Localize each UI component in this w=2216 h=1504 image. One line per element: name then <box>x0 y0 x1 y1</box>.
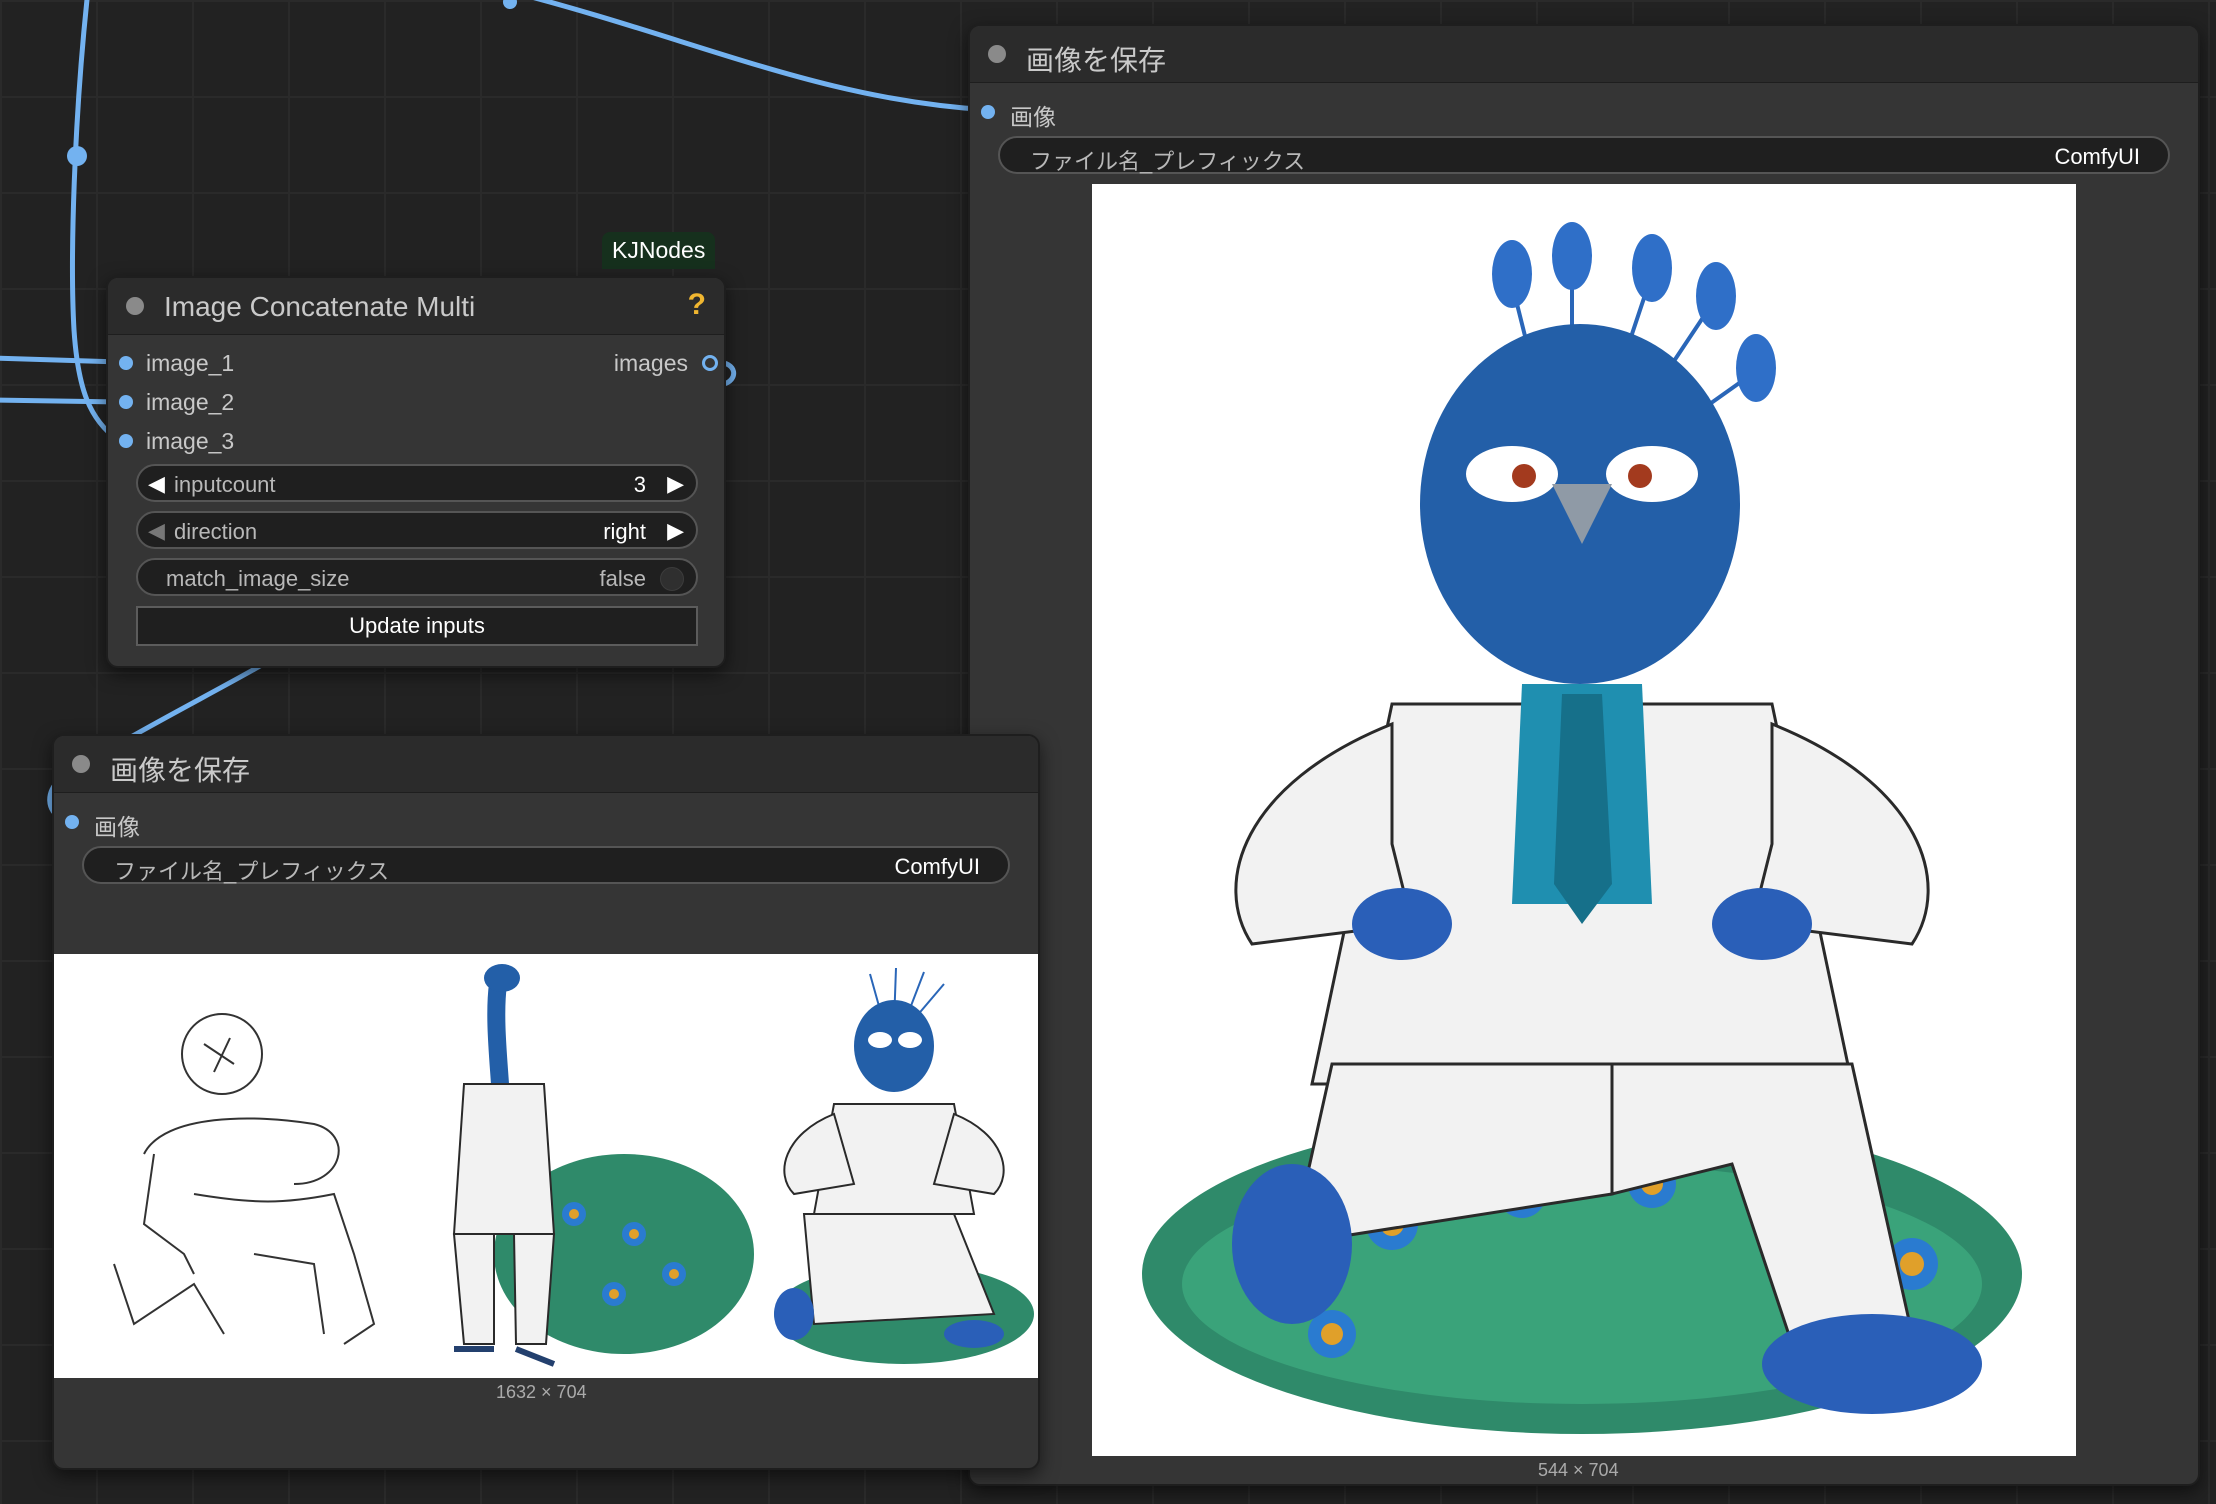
node-badge-kjnodes: KJNodes <box>602 232 716 269</box>
input-label-image-3: image_3 <box>146 428 235 454</box>
help-icon[interactable]: ? <box>688 288 706 322</box>
peacock-suit-icon <box>1142 222 2022 1434</box>
filename-prefix-value: ComfyUI <box>2054 144 2140 169</box>
input-port-image-3[interactable] <box>119 434 133 448</box>
filename-prefix-field[interactable]: ファイル名_プレフィックス ComfyUI <box>998 136 2170 174</box>
match-image-size-toggle[interactable]: match_image_size false <box>136 558 698 596</box>
node-title: 画像を保存 <box>110 755 251 786</box>
filename-prefix-label: ファイル名_プレフィックス <box>1030 149 1306 174</box>
filename-prefix-field[interactable]: ファイル名_プレフィックス ComfyUI <box>82 846 1010 884</box>
input-port-image-1[interactable] <box>119 356 133 370</box>
wire-input-1 <box>0 355 123 365</box>
node-header[interactable]: Image Concatenate Multi ? <box>108 278 724 335</box>
increment-arrow-icon[interactable]: ▶ <box>667 471 684 497</box>
node-header[interactable]: 画像を保存 <box>970 26 2198 83</box>
previous-arrow-icon[interactable]: ◀ <box>148 518 165 544</box>
direction-value: right <box>603 519 646 544</box>
toggle-knob-icon[interactable] <box>660 567 684 591</box>
image-dimensions: 1632 × 704 <box>496 1382 587 1402</box>
standing-peacock-icon <box>452 964 754 1367</box>
squatting-peacock-icon <box>774 967 1034 1364</box>
input-label-image-2: image_2 <box>146 389 235 415</box>
filename-prefix-value: ComfyUI <box>894 854 980 879</box>
next-arrow-icon[interactable]: ▶ <box>667 518 684 544</box>
filename-prefix-label: ファイル名_プレフィックス <box>114 859 390 884</box>
preview-image[interactable] <box>1092 184 2076 1456</box>
direction-widget[interactable]: ◀ direction right ▶ <box>136 511 698 549</box>
wire-end-dot <box>503 0 517 9</box>
input-label-image: 画像 <box>94 814 140 840</box>
decrement-arrow-icon[interactable]: ◀ <box>148 471 165 497</box>
update-inputs-button[interactable]: Update inputs <box>136 606 698 646</box>
image-concatenate-multi-node[interactable]: Image Concatenate Multi ? image_1 image_… <box>106 276 726 668</box>
input-port-image[interactable] <box>981 105 995 119</box>
save-image-node-left[interactable]: 画像を保存 画像 ファイル名_プレフィックス ComfyUI 1632 × 70… <box>52 734 1040 1470</box>
node-title: 画像を保存 <box>1026 45 1167 76</box>
input-label-image-1: image_1 <box>146 350 235 376</box>
pose-sketch-icon <box>113 1013 376 1345</box>
node-header[interactable]: 画像を保存 <box>54 736 1038 793</box>
inputcount-label: inputcount <box>174 472 276 497</box>
output-port-images[interactable] <box>702 355 718 371</box>
match-image-size-value: false <box>599 566 646 591</box>
preview-image[interactable] <box>54 954 1038 1378</box>
concatenated-preview <box>113 964 1034 1367</box>
collapse-dot-icon[interactable] <box>126 297 144 315</box>
wire-to-save-right <box>533 0 993 113</box>
input-port-image-2[interactable] <box>119 395 133 409</box>
input-port-image[interactable] <box>65 815 79 829</box>
inputcount-widget[interactable]: ◀ inputcount 3 ▶ <box>136 464 698 502</box>
collapse-dot-icon[interactable] <box>72 755 90 773</box>
image-dimensions: 544 × 704 <box>1538 1460 1619 1480</box>
direction-label: direction <box>174 519 258 544</box>
output-label-images: images <box>613 350 688 376</box>
node-title: Image Concatenate Multi <box>164 291 476 322</box>
match-image-size-label: match_image_size <box>166 566 350 591</box>
input-label-image: 画像 <box>1010 104 1056 130</box>
collapse-dot-icon[interactable] <box>988 45 1006 63</box>
save-image-node-right[interactable]: 画像を保存 画像 ファイル名_プレフィックス ComfyUI 544 × 704 <box>968 24 2200 1486</box>
inputcount-value: 3 <box>633 472 646 497</box>
wire-reroute-dot <box>67 146 87 166</box>
wire-input-2 <box>0 397 123 405</box>
